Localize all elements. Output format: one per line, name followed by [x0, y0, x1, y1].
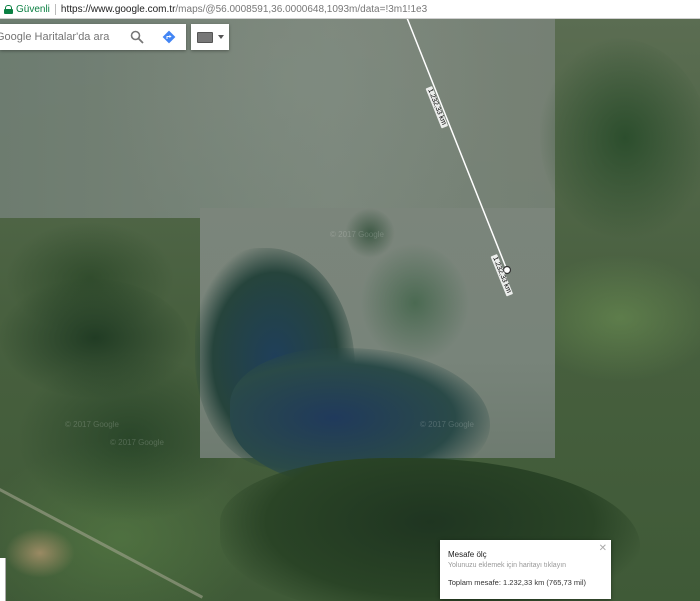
- satellite-map[interactable]: © 2017 Google © 2017 Google © 2017 Googl…: [0, 18, 700, 601]
- divider: [54, 3, 56, 15]
- side-panel-edge[interactable]: [0, 558, 6, 601]
- card-hint: Yolunuzu eklemek için haritayı tıklayın: [448, 562, 567, 569]
- security-label: Güvenli: [16, 3, 50, 15]
- lock-icon: [4, 4, 13, 14]
- url-host: https://www.google.com.tr: [60, 3, 176, 15]
- card-title: Mesafe ölç: [448, 550, 487, 559]
- close-icon[interactable]: ✕: [599, 543, 607, 554]
- total-distance: Toplam mesafe: 1.232,33 km (765,73 mil): [448, 578, 586, 587]
- search-input[interactable]: [0, 30, 118, 44]
- measure-line: [406, 18, 512, 275]
- measure-path: [406, 18, 508, 271]
- address-bar[interactable]: Güvenli https://www.google.com.tr/maps/@…: [0, 0, 700, 19]
- search-box[interactable]: [0, 24, 186, 50]
- url-path: /maps/@56.0008591,36.0000648,1093m/data=…: [175, 3, 428, 15]
- total-label: Toplam mesafe:: [448, 578, 501, 587]
- url-text[interactable]: https://www.google.com.tr/maps/@56.00085…: [61, 4, 427, 15]
- keyboard-icon: [197, 32, 213, 43]
- total-value: 1.232,33 km (765,73 mil): [503, 578, 587, 587]
- chevron-down-icon: [218, 35, 224, 39]
- search-icon[interactable]: [130, 30, 144, 44]
- input-tools-button[interactable]: [191, 24, 229, 50]
- measure-distance-card: Mesafe ölç ✕ Yolunuzu eklemek için harit…: [440, 540, 611, 599]
- directions-icon[interactable]: [162, 30, 176, 44]
